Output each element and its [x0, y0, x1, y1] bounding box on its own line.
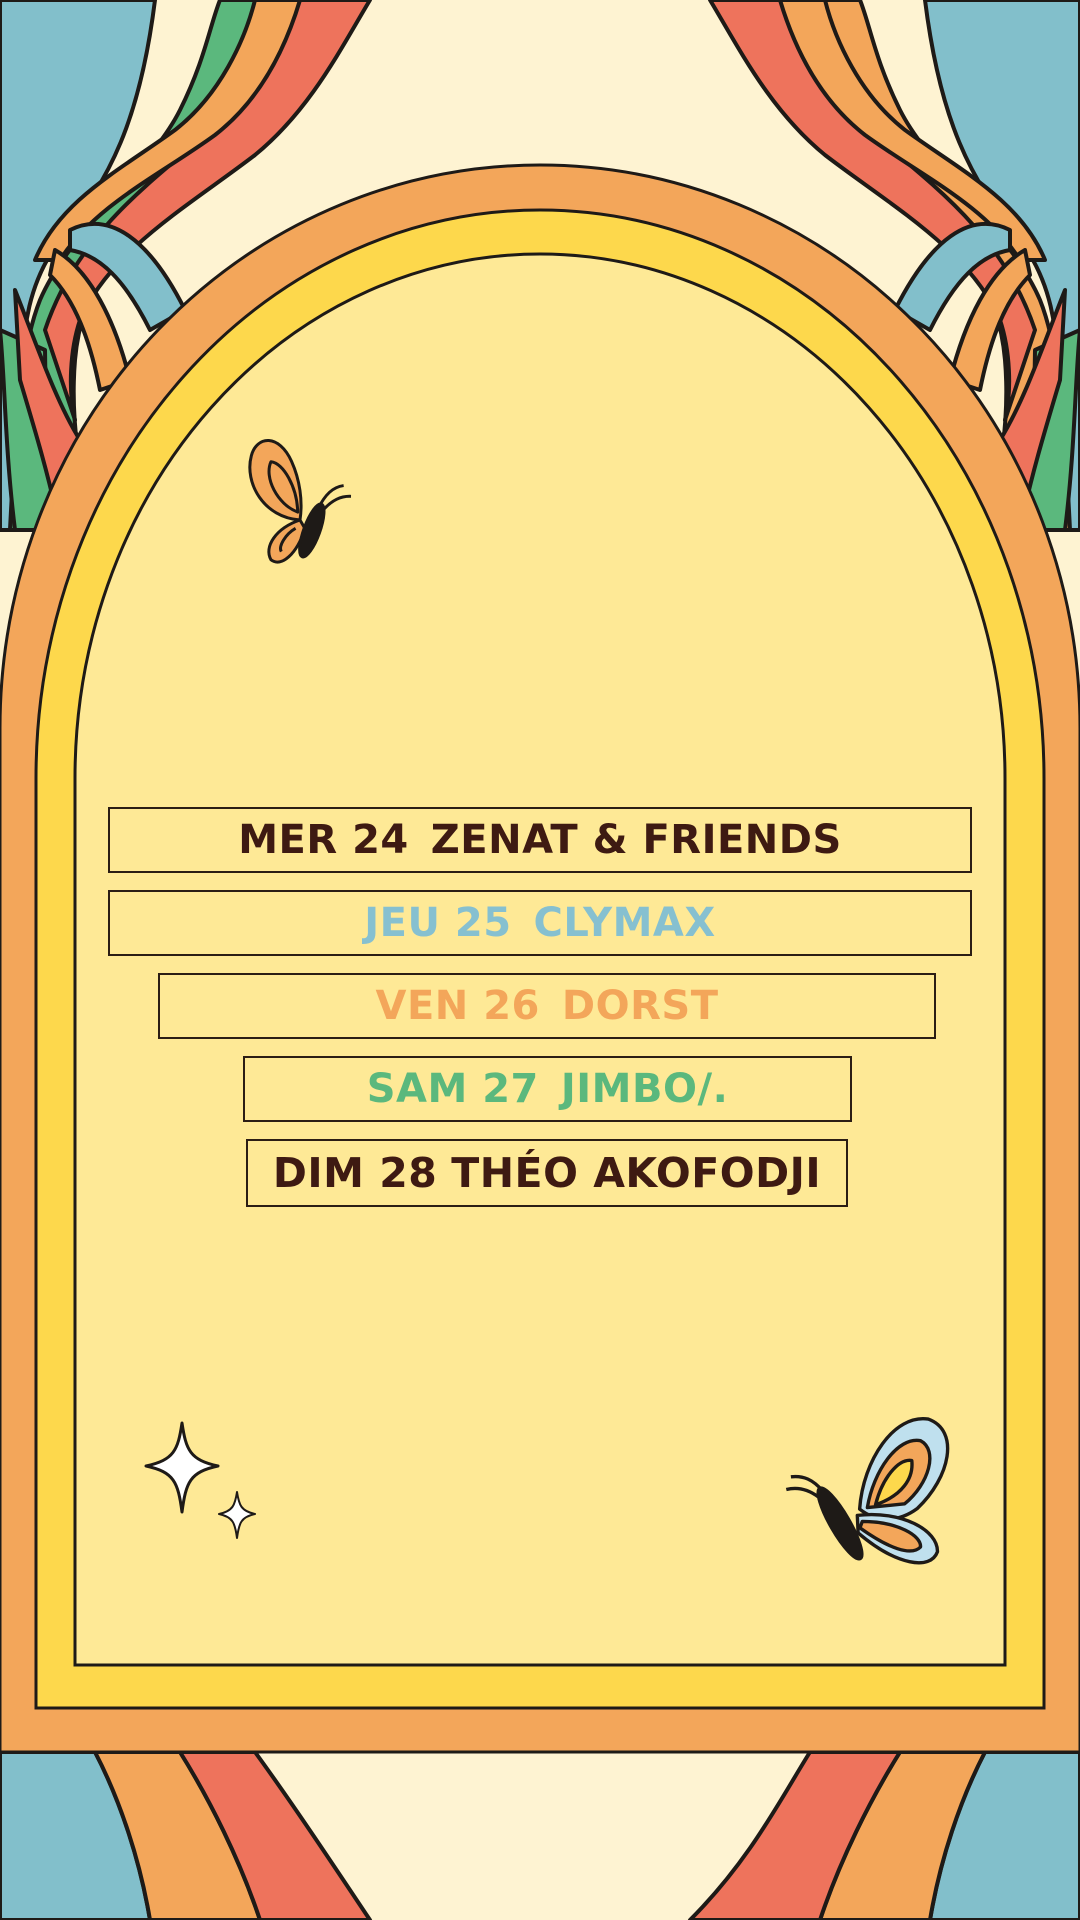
event-row: SAM 27 JIMBO/. — [243, 1056, 852, 1122]
event-day: DIM 28 — [272, 1149, 438, 1197]
event-row: JEU 25 CLYMAX — [108, 890, 972, 956]
event-artist: CLYMAX — [533, 900, 716, 946]
event-row: VEN 26 DORST — [158, 973, 936, 1039]
event-day: VEN 26 — [375, 983, 540, 1029]
event-day: JEU 25 — [364, 900, 512, 946]
event-day: SAM 27 — [366, 1066, 539, 1112]
event-artist: THÉO AKOFODJI — [451, 1149, 822, 1197]
event-artist: DORST — [561, 983, 719, 1029]
event-row: MER 24 ZENAT & FRIENDS — [108, 807, 972, 873]
event-day: MER 24 — [238, 817, 409, 863]
event-artist: ZENAT & FRIENDS — [430, 817, 842, 863]
event-artist: JIMBO/. — [560, 1066, 729, 1112]
event-row: DIM 28 THÉO AKOFODJI — [246, 1139, 848, 1207]
lineup: MER 24 ZENAT & FRIENDS JEU 25 CLYMAX VEN… — [0, 0, 1080, 1920]
